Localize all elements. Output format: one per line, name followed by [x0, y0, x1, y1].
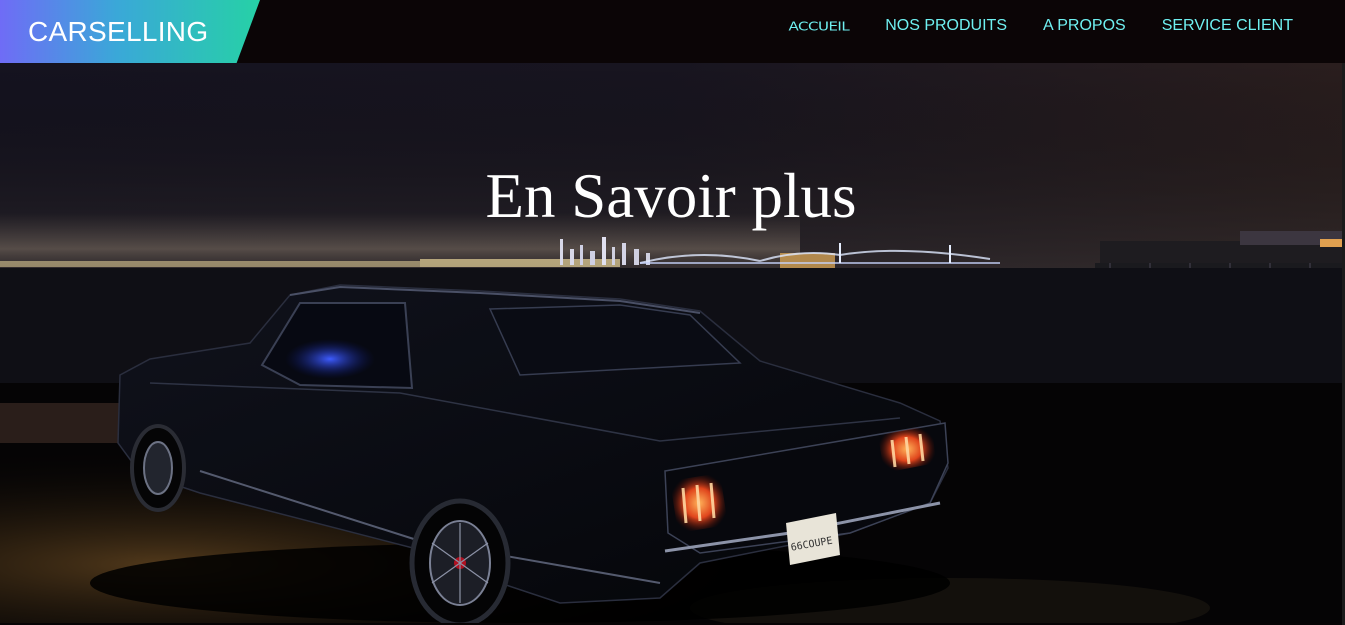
- brand-name[interactable]: CARSELLING: [28, 16, 208, 48]
- navbar: CARSELLING ACCUEIL NOS PRODUITS A PROPOS…: [0, 0, 1345, 63]
- nav-link-a-propos[interactable]: A PROPOS: [1043, 17, 1126, 35]
- nav-link-nos-produits[interactable]: NOS PRODUITS: [885, 17, 1007, 35]
- main-navigation: ACCUEIL NOS PRODUITS A PROPOS SERVICE CL…: [789, 17, 1293, 35]
- hero-background-image: 66COUPE: [0, 63, 1342, 623]
- nav-link-accueil[interactable]: ACCUEIL: [789, 18, 850, 33]
- brand-logo[interactable]: CARSELLING: [0, 0, 260, 63]
- hero-section: 66COUPE En Savoir plus: [0, 63, 1342, 623]
- hero-title[interactable]: En Savoir plus: [0, 161, 1342, 231]
- nav-link-service-client[interactable]: SERVICE CLIENT: [1162, 17, 1293, 35]
